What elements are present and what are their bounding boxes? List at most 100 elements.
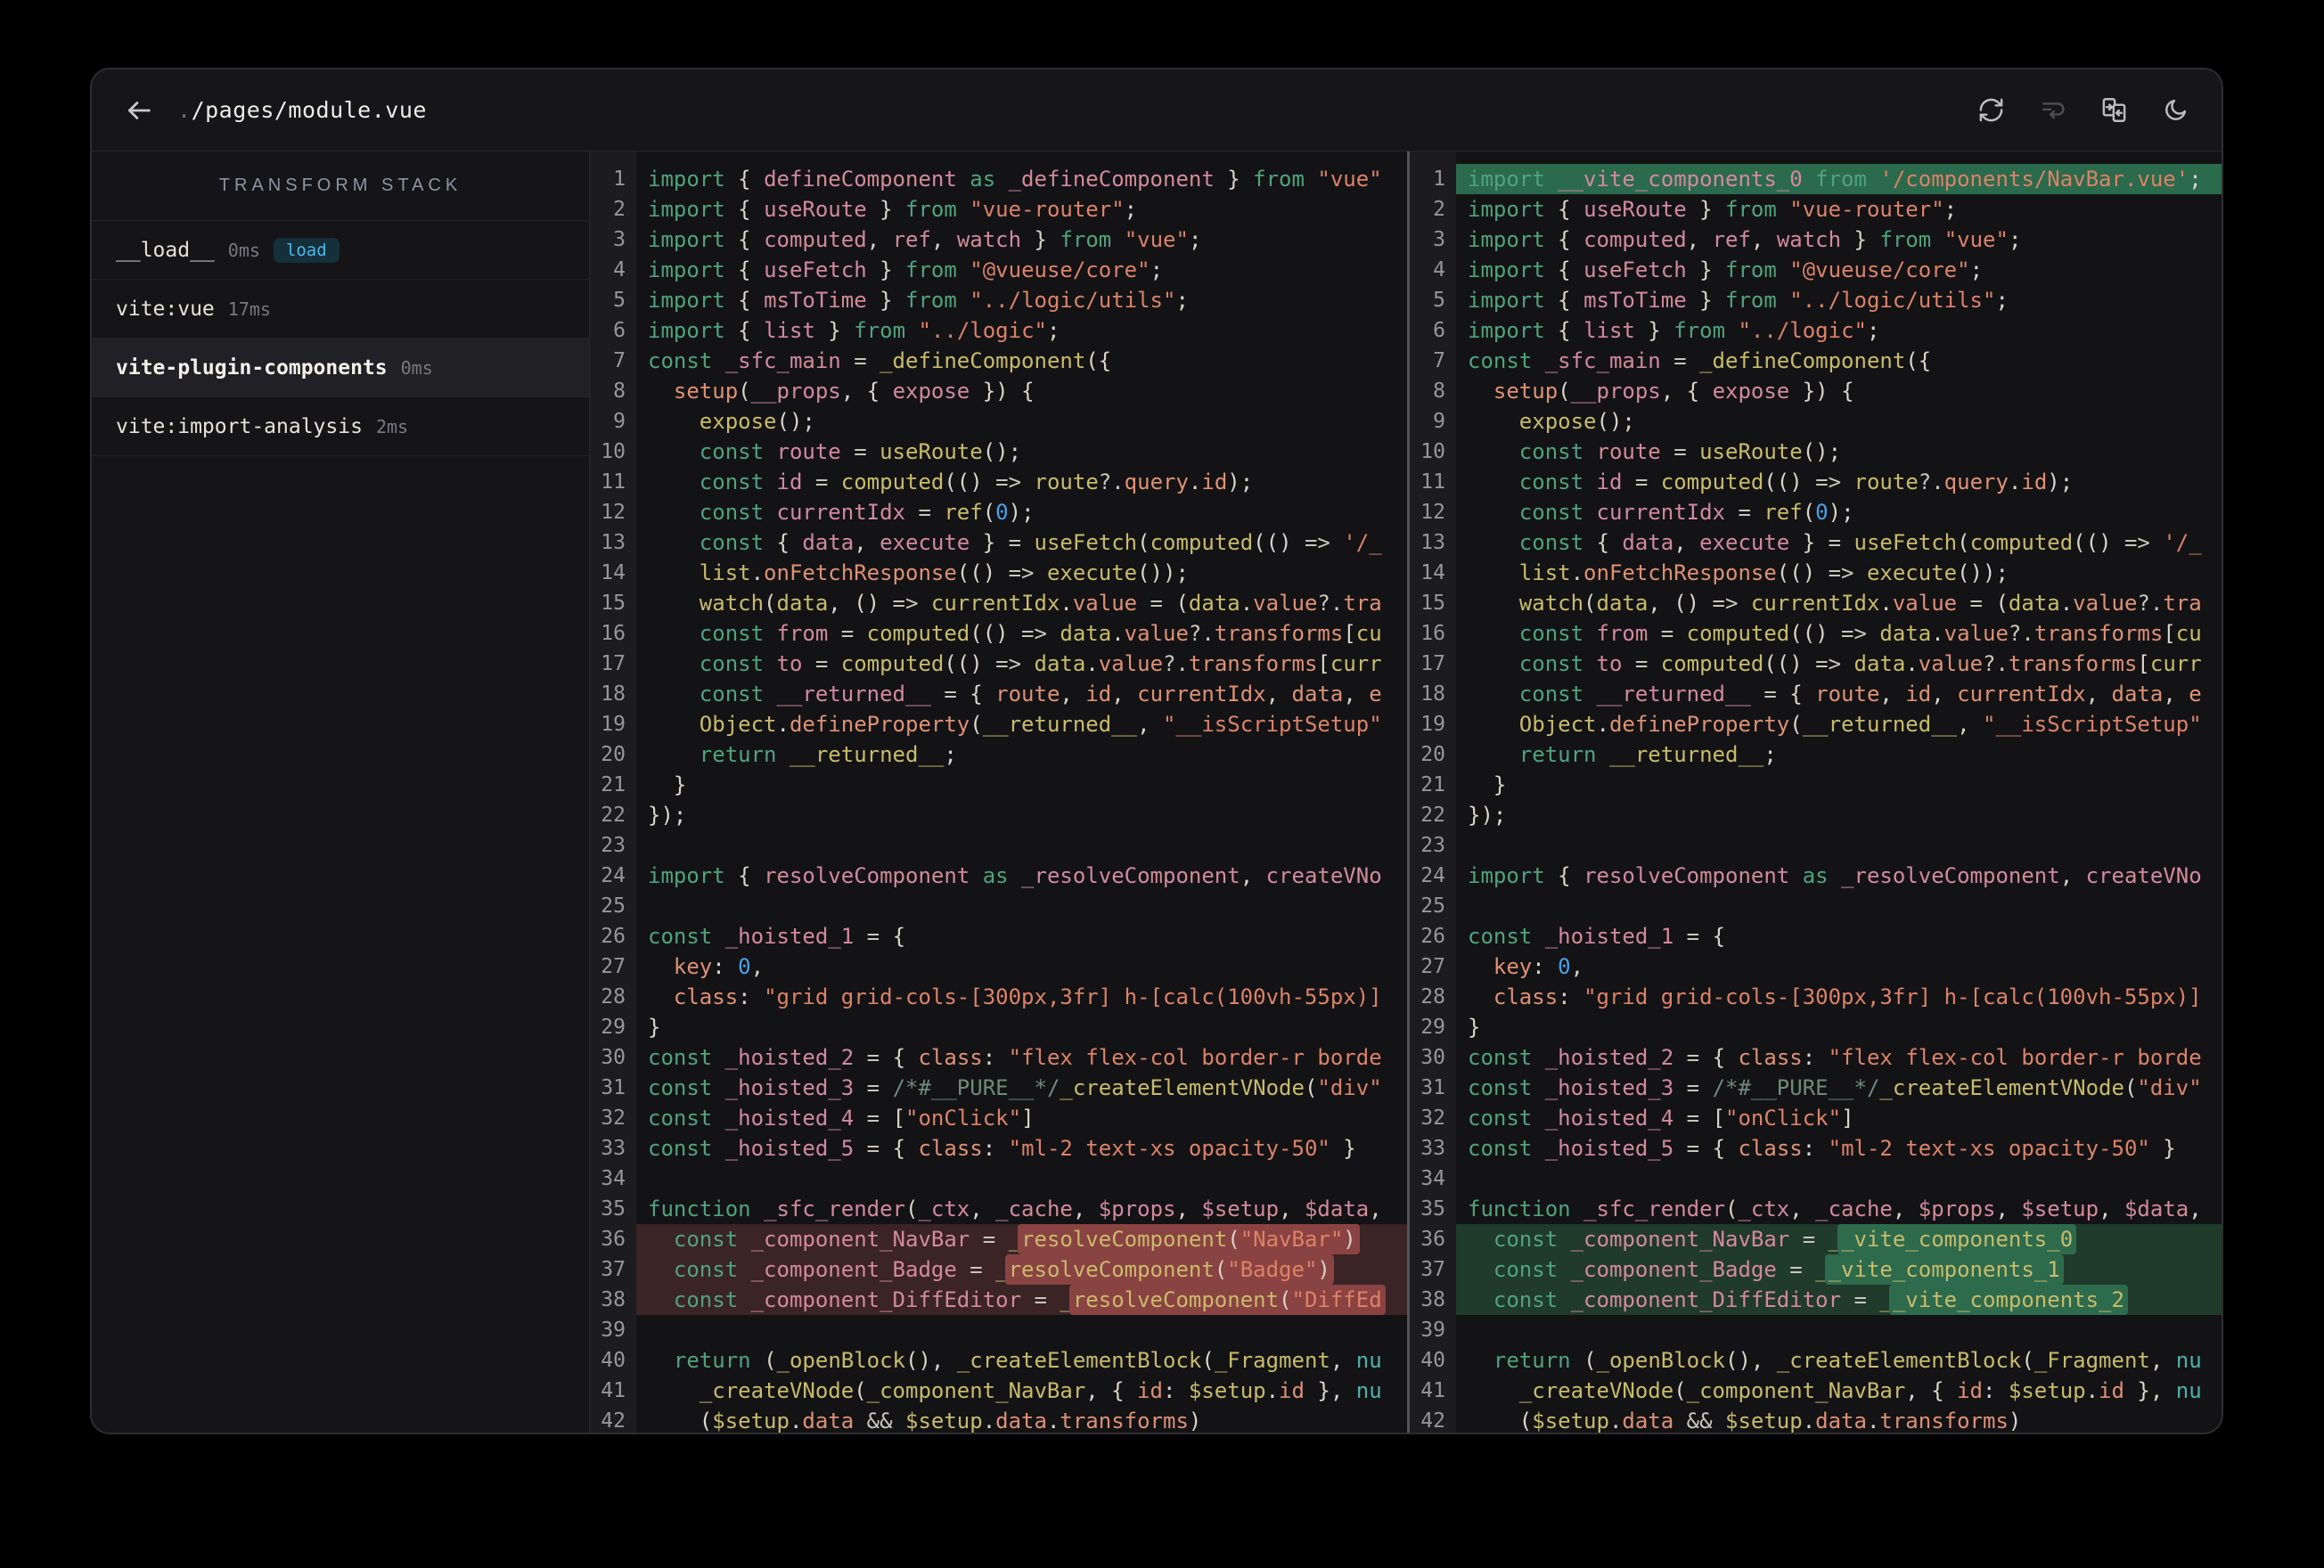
code-token: ;	[1763, 742, 1777, 767]
line-number: 5	[1433, 289, 1445, 312]
code-token: (()	[1253, 530, 1305, 555]
code-token: data	[1291, 682, 1344, 706]
dark-mode-toggle-button[interactable]	[2162, 96, 2189, 124]
diff-added-word: _vite_components_2	[1888, 1285, 2128, 1315]
code-token: _createElementBlock	[956, 1348, 1202, 1373]
code-panel-before[interactable]: 1 import { defineComponent as _defineComp…	[590, 151, 1407, 1433]
code-token: id	[2021, 470, 2048, 494]
code-token: createVNo	[1265, 863, 1382, 888]
line-number: 2	[613, 198, 626, 221]
transform-stack-item-vite-vue[interactable]: vite:vue 17ms	[92, 280, 589, 339]
line-number: 39	[1420, 1319, 1445, 1342]
code-token: ;	[2189, 167, 2202, 192]
code-text: const route = useRoute();	[636, 437, 1407, 467]
line-number: 14	[1420, 561, 1445, 584]
code-token: }	[1214, 167, 1254, 192]
line-number: 5	[613, 289, 626, 312]
transform-stack-item--load-[interactable]: __load__ 0ms load	[92, 221, 589, 280]
code-token: class	[1493, 984, 1559, 1009]
title-path: /pages/module.vue	[191, 97, 427, 123]
back-button[interactable]	[124, 95, 154, 126]
code-token: ,	[2149, 1348, 2176, 1373]
code-token: {	[1558, 863, 1584, 888]
code-token: import	[648, 318, 739, 343]
code-token: );	[1828, 500, 1854, 525]
code-token: list	[1518, 560, 1571, 585]
code-token: (),	[905, 1348, 957, 1373]
code-token: ;	[2008, 227, 2022, 252]
code-token: (()	[1776, 560, 1829, 585]
code-text: import { defineComponent as _defineCompo…	[636, 164, 1407, 194]
code-token: _createElementBlock	[1776, 1348, 2022, 1373]
code-token: _resolveComponent	[1021, 863, 1240, 888]
code-line: 6 import { list } from "../logic";	[1410, 315, 2222, 346]
code-token: execute	[1866, 560, 1958, 585]
code-token: currentIdx	[1957, 682, 2086, 706]
code-token: =>	[995, 651, 1022, 676]
code-text: }	[636, 770, 1407, 800]
code-token: (	[1201, 1348, 1215, 1373]
code-text: import { msToTime } from "../logic/utils…	[636, 285, 1407, 315]
code-token: )	[1317, 1257, 1330, 1282]
code-token: }	[814, 318, 855, 343]
code-line: 37 const _component_Badge = __vite_compo…	[1410, 1254, 2222, 1285]
code-token: _hoisted_1	[1544, 924, 1674, 949]
diff-added-line: const _component_NavBar = __vite_compone…	[1456, 1224, 2222, 1254]
code-token: =	[905, 500, 945, 525]
side-by-side-diff-button[interactable]	[2100, 96, 2128, 124]
line-number: 38	[601, 1288, 626, 1311]
line-number: 28	[1420, 985, 1445, 1009]
skip-transforms-button[interactable]	[2039, 96, 2066, 124]
code-token: from	[905, 197, 970, 222]
code-token: computed	[1969, 530, 2074, 555]
code-text: const _hoisted_4 = ["onClick"]	[1456, 1103, 2222, 1133]
toolbar	[1977, 96, 2189, 124]
code-token: _sfc_render	[764, 1196, 905, 1221]
code-line: 24 import { resolveComponent as _resolveC…	[590, 861, 1407, 891]
code-token: execute	[880, 530, 970, 555]
code-token: {	[1789, 682, 1816, 706]
code-token: :	[982, 1136, 1009, 1161]
line-number: 29	[601, 1016, 626, 1039]
code-line: 26 const _hoisted_1 = {	[1410, 921, 2222, 951]
code-token: "vue-router"	[970, 197, 1125, 222]
code-token: const	[1493, 1287, 1571, 1312]
code-line: 22});	[590, 800, 1407, 830]
transform-stack-sidebar: TRANSFORM STACK __load__ 0ms load vite:vue 1…	[92, 151, 590, 1433]
code-token: }	[1686, 288, 1726, 313]
code-line: 7 const _sfc_main = _defineComponent({	[1410, 346, 2222, 376]
code-text: list.onFetchResponse(() => execute());	[1456, 558, 2222, 588]
code-text: const __returned__ = { route, id, curren…	[1456, 679, 2222, 709]
code-text: });	[636, 800, 1407, 830]
title-prefix: .	[177, 97, 192, 123]
code-token: ,	[1570, 954, 1584, 979]
line-number: 22	[1420, 804, 1445, 827]
code-line: 33 const _hoisted_5 = { class: "ml-2 text…	[590, 1133, 1407, 1164]
transform-stack-item-vite-plugin-components[interactable]: vite-plugin-components 0ms	[92, 339, 589, 397]
code-token: const	[699, 500, 777, 525]
line-number: 26	[601, 925, 626, 948]
code-token: )	[1188, 1409, 1202, 1433]
code-panel-after[interactable]: 1 import __vite_components_0 from '/compo…	[1407, 151, 2222, 1433]
code-token: =>	[1815, 651, 1842, 676]
code-token: transforms	[2008, 651, 2138, 676]
code-line: 30 const _hoisted_2 = { class: "flex flex…	[1410, 1042, 2222, 1073]
load-badge: load	[273, 237, 340, 263]
code-token: const	[1468, 348, 1545, 373]
code-text: const { data, execute } = useFetch(compu…	[636, 527, 1407, 558]
line-number: 42	[601, 1409, 626, 1433]
refresh-button[interactable]	[1977, 96, 2005, 124]
line-number: 6	[1433, 319, 1445, 342]
code-token: $props	[1098, 1196, 1176, 1221]
line-number: 4	[1433, 258, 1445, 282]
code-token: return	[699, 742, 790, 767]
code-text: const _hoisted_1 = {	[636, 921, 1407, 951]
transform-stack-item-vite-import-analysis[interactable]: vite:import-analysis 2ms	[92, 397, 589, 456]
